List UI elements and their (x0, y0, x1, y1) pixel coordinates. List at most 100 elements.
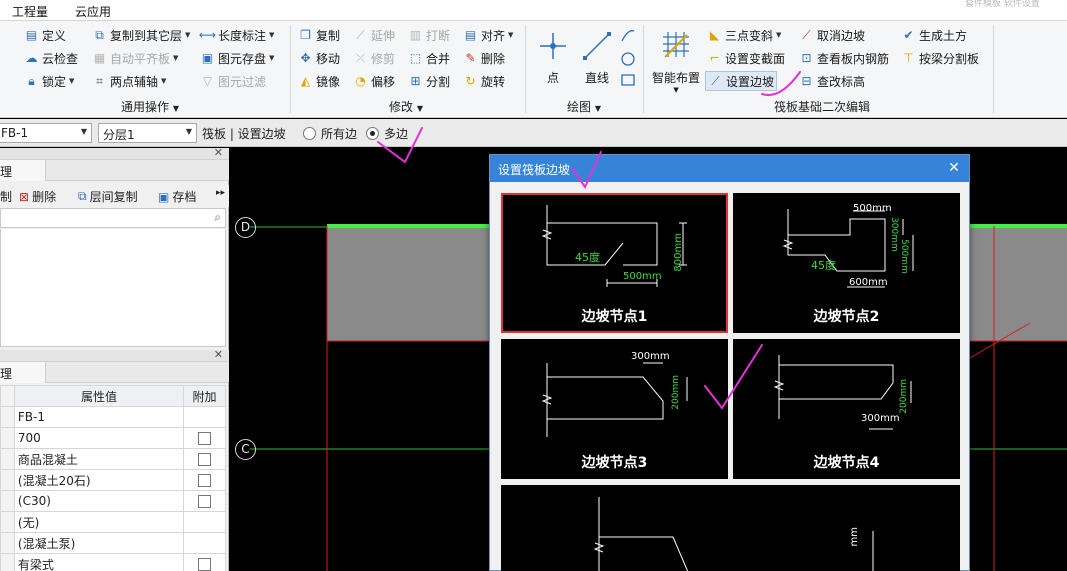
attach-checkbox[interactable] (198, 432, 212, 445)
point-button[interactable]: 点 (536, 29, 570, 86)
line-icon (583, 32, 611, 60)
lock-button[interactable]: 🔒︎ 锁定 ▼ (24, 71, 74, 91)
radio-all-edges[interactable]: 所有边 (303, 125, 357, 142)
element-select[interactable]: FB-1 ▼ (0, 123, 92, 143)
search-input[interactable]: ⌕ (0, 208, 226, 228)
tab-properties[interactable]: 理 (0, 362, 46, 383)
smart-layout-icon (663, 32, 689, 58)
property-value[interactable]: (混凝土20石) (13, 469, 185, 491)
copy-between-layers-button[interactable]: ⧉ 层间复制 (78, 188, 138, 205)
copy-button[interactable]: ❐ 复制 (298, 25, 340, 45)
copy-to-other-layer-button[interactable]: ⧉ 复制到其它层 ▼ (92, 25, 190, 45)
table-row[interactable]: 700 (0, 427, 226, 449)
slope-node-3[interactable]: 300mm 200mm 边坡节点3 (501, 339, 728, 479)
chevron-down-icon: ▼ (594, 104, 601, 113)
delete-tool-button[interactable]: ⊠ 删除 (19, 188, 56, 205)
property-value[interactable]: (无) (13, 511, 185, 533)
dimension-label: 500mm (623, 271, 662, 282)
three-point-slope-button[interactable]: ◣ 三点变斜 ▼ (707, 25, 782, 45)
layer-select[interactable]: 分层1 ▼ (98, 123, 197, 143)
point-icon (540, 33, 566, 59)
two-point-axis-button[interactable]: ⌗ 两点辅轴 ▼ (92, 71, 166, 91)
save-element-button[interactable]: ▣ 图元存盘 ▼ (200, 48, 275, 68)
length-dimension-button[interactable]: ⟷ 长度标注 ▼ (199, 25, 275, 45)
attach-checkbox[interactable] (198, 495, 212, 508)
save-element-icon: ▣ (201, 50, 214, 65)
property-value[interactable]: 700 (13, 427, 185, 449)
view-slab-rebar-button[interactable]: ⊡ 查看板内钢筋 (799, 48, 889, 68)
slope-node-1[interactable]: 800mm 45度 500mm 边坡节点1 (501, 193, 728, 333)
property-value[interactable]: 商品混凝土 (13, 448, 185, 470)
set-variable-section-button[interactable]: ⌐ 设置变截面 (707, 48, 785, 68)
archive-button[interactable]: ▣ 存档 (158, 188, 196, 205)
slope-node-5[interactable]: mm (501, 485, 960, 571)
chevron-down-icon: ▼ (508, 31, 514, 39)
dialog-title-bar[interactable]: 设置筏板边坡 ✕ (490, 155, 969, 182)
menu-bar: 工程量 云应用 套件模板 软件设置 (0, 0, 1067, 21)
attach-checkbox[interactable] (198, 453, 212, 466)
table-row[interactable]: FB-1 (0, 406, 226, 428)
dimension-label: 800mm (673, 233, 684, 272)
rotate-button[interactable]: ↻ 旋转 (463, 71, 505, 91)
group-label-draw[interactable]: 绘图 ▼ (567, 98, 601, 115)
mirror-button[interactable]: ◭ 镜像 (298, 71, 340, 91)
copy-tool-button[interactable]: 制 (0, 188, 12, 205)
menu-quantity[interactable]: 工程量 (12, 3, 48, 20)
draw-shapes-icon[interactable] (619, 27, 637, 93)
slope-node-2[interactable]: 500mm 300mm 500mm 45度 600mm 边坡节点2 (733, 193, 960, 333)
cloud-check-button[interactable]: ☁ 云检查 (24, 48, 79, 68)
split-by-beam-button[interactable]: ⊤ 按梁分割板 (901, 48, 979, 68)
edit-elevation-button[interactable]: ⊟ 查改标高 (799, 71, 865, 91)
panel-tab-bar: 理 (0, 362, 229, 383)
table-row[interactable]: 商品混凝土 (0, 448, 226, 470)
property-value[interactable]: 有梁式 (13, 553, 185, 571)
property-value[interactable]: FB-1 (13, 406, 185, 428)
cancel-edge-slope-button[interactable]: ⟋ 取消边坡 (799, 25, 865, 45)
set-edge-slope-button[interactable]: ⟋ 设置边坡 (705, 71, 778, 91)
element-tree[interactable] (0, 229, 226, 347)
more-tools-button[interactable]: ▸▸ (216, 188, 225, 198)
define-button[interactable]: ▤ 定义 (24, 25, 66, 45)
extend-button[interactable]: ⟋ 延伸 (353, 25, 395, 45)
merge-button[interactable]: ⬚ 合并 (408, 48, 450, 68)
group-label-raft[interactable]: 筏板基础二次编辑 (774, 98, 870, 115)
chevron-down-icon: ▼ (269, 31, 275, 39)
attach-checkbox[interactable] (198, 474, 212, 487)
move-button[interactable]: ✥ 移动 (298, 48, 340, 68)
offset-button[interactable]: ◔ 偏移 (353, 71, 395, 91)
close-icon[interactable]: ✕ (214, 146, 223, 159)
trim-button[interactable]: ⤫ 修剪 (353, 48, 395, 68)
group-label-general[interactable]: 通用操作 ▼ (121, 98, 179, 115)
table-row[interactable]: (混凝土泵) (0, 532, 226, 554)
property-value[interactable]: (C30) (13, 490, 185, 512)
group-label-modify[interactable]: 修改 ▼ (389, 98, 423, 115)
line-button[interactable]: 直线 (580, 29, 614, 86)
dialog-title: 设置筏板边坡 (498, 163, 571, 177)
smart-layout-button[interactable]: 智能布置 ▼ (652, 29, 700, 94)
close-icon[interactable]: ✕ (214, 348, 223, 361)
auto-align-slab-button[interactable]: ▦ 自动平齐板 ▼ (92, 48, 179, 68)
filter-icon: ▽ (202, 73, 213, 88)
table-row[interactable]: 有梁式 (0, 553, 226, 571)
radio-multi-edges[interactable]: 多边 (366, 125, 408, 142)
axis-label-c[interactable]: C (235, 439, 256, 460)
delete-button[interactable]: ✎ 删除 (463, 48, 505, 68)
trim-icon: ⤫ (355, 50, 366, 65)
menu-cloud-app[interactable]: 云应用 (75, 3, 111, 20)
break-button[interactable]: ▥ 打断 (408, 25, 450, 45)
split-button[interactable]: ⊞ 分割 (408, 71, 450, 91)
property-value[interactable]: (混凝土泵) (13, 532, 185, 554)
slope-node-4[interactable]: 300mm 200mm 边坡节点4 (733, 339, 960, 479)
generate-earthwork-button[interactable]: ✔ 生成土方 (901, 25, 967, 45)
align-button[interactable]: ▤ 对齐 ▼ (463, 25, 514, 45)
close-icon[interactable]: ✕ (945, 159, 963, 177)
attach-checkbox[interactable] (198, 558, 212, 571)
table-row[interactable]: (混凝土20石) (0, 469, 226, 491)
table-row[interactable]: (无) (0, 511, 226, 533)
tab-manage[interactable]: 理 (0, 160, 46, 181)
offset-icon: ◔ (355, 73, 366, 88)
axis-label-d[interactable]: D (235, 217, 256, 238)
chevron-down-icon: ▼ (416, 104, 423, 113)
table-row[interactable]: (C30) (0, 490, 226, 512)
element-filter-button[interactable]: ▽ 图元过滤 (200, 71, 266, 91)
